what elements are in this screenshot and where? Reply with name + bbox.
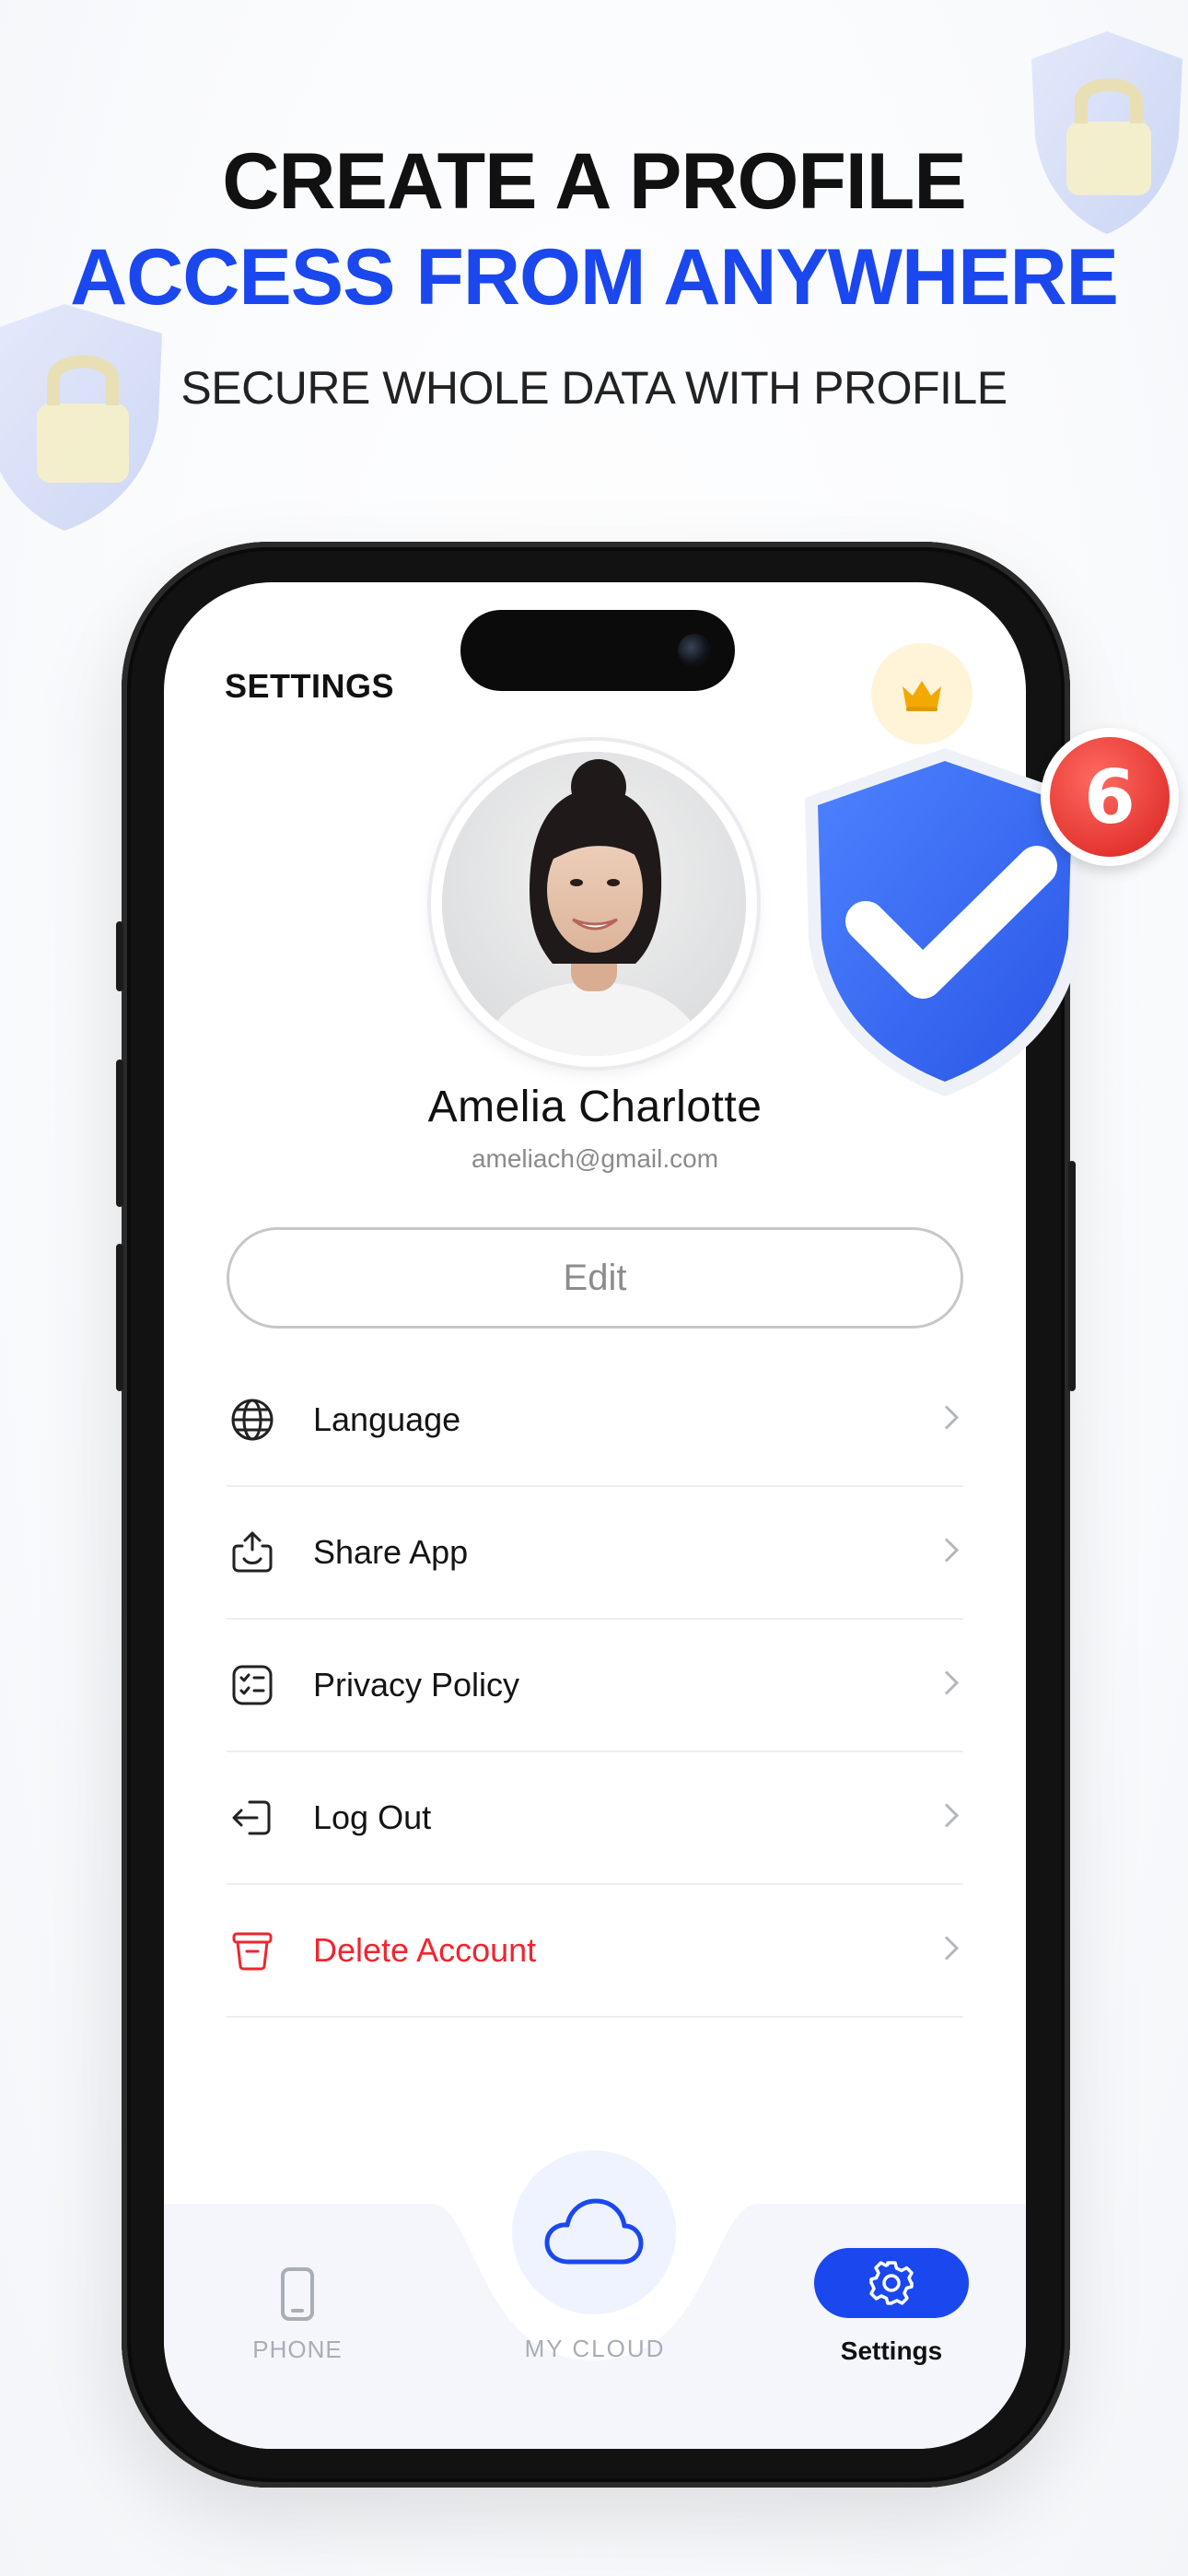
edit-profile-button[interactable]: Edit	[227, 1227, 963, 1329]
menu-item-label: Language	[313, 1400, 461, 1438]
menu-item-label: Share App	[313, 1533, 469, 1571]
share-icon	[227, 1527, 278, 1578]
chevron-right-icon	[943, 1537, 960, 1569]
notification-badge: 6	[1041, 728, 1179, 866]
nav-item-settings[interactable]	[814, 2248, 969, 2318]
gear-icon	[869, 2261, 914, 2305]
menu-item-label: Privacy Policy	[313, 1666, 520, 1704]
globe-icon	[227, 1394, 278, 1446]
phone-volume-down-button	[116, 1244, 123, 1391]
notification-badge-inner: 6	[1050, 737, 1170, 857]
avatar[interactable]	[431, 741, 757, 1067]
menu-item-label: Delete Account	[313, 1931, 537, 1969]
chevron-right-icon	[943, 1404, 960, 1436]
camera-icon	[678, 634, 711, 667]
settings-menu: Language Share App Privacy Policy Log Ou…	[227, 1354, 963, 2018]
menu-item-privacy-policy[interactable]: Privacy Policy	[227, 1620, 963, 1752]
menu-item-language[interactable]: Language	[227, 1354, 963, 1487]
my-cloud-button[interactable]	[512, 2150, 676, 2314]
chevron-right-icon	[943, 1802, 960, 1834]
menu-item-log-out[interactable]: Log Out	[227, 1752, 963, 1885]
phone-side-button	[116, 921, 123, 991]
profile-email: ameliach@gmail.com	[471, 1144, 719, 1173]
phone-power-button	[1068, 1161, 1076, 1391]
promo-headline: CREATE A PROFILE	[222, 137, 966, 226]
shield-lock-icon	[0, 304, 162, 531]
logout-icon	[227, 1792, 278, 1844]
chevron-right-icon	[943, 1669, 960, 1702]
trash-icon	[227, 1925, 278, 1976]
menu-item-delete-account[interactable]: Delete Account	[227, 1885, 963, 2018]
menu-item-label: Log Out	[313, 1798, 432, 1836]
phone-icon	[281, 2267, 314, 2321]
page-title: SETTINGS	[225, 667, 395, 705]
promo-tagline: SECURE WHOLE DATA WITH PROFILE	[181, 362, 1007, 414]
dynamic-island	[460, 610, 735, 691]
policy-icon	[227, 1659, 278, 1711]
notification-count: 6	[1084, 754, 1136, 840]
chevron-right-icon	[943, 1935, 960, 1967]
crown-icon	[903, 681, 941, 711]
bottom-nav: PHONE MY CLOUD Settings	[164, 2150, 1026, 2449]
avatar-photo	[442, 752, 746, 1056]
nav-item-settings-label: Settings	[840, 2336, 943, 2365]
phone-volume-up-button	[116, 1060, 123, 1207]
cloud-icon	[544, 2198, 644, 2265]
promo-subheadline: ACCESS FROM ANYWHERE	[70, 233, 1119, 322]
menu-item-share-app[interactable]: Share App	[227, 1487, 963, 1620]
